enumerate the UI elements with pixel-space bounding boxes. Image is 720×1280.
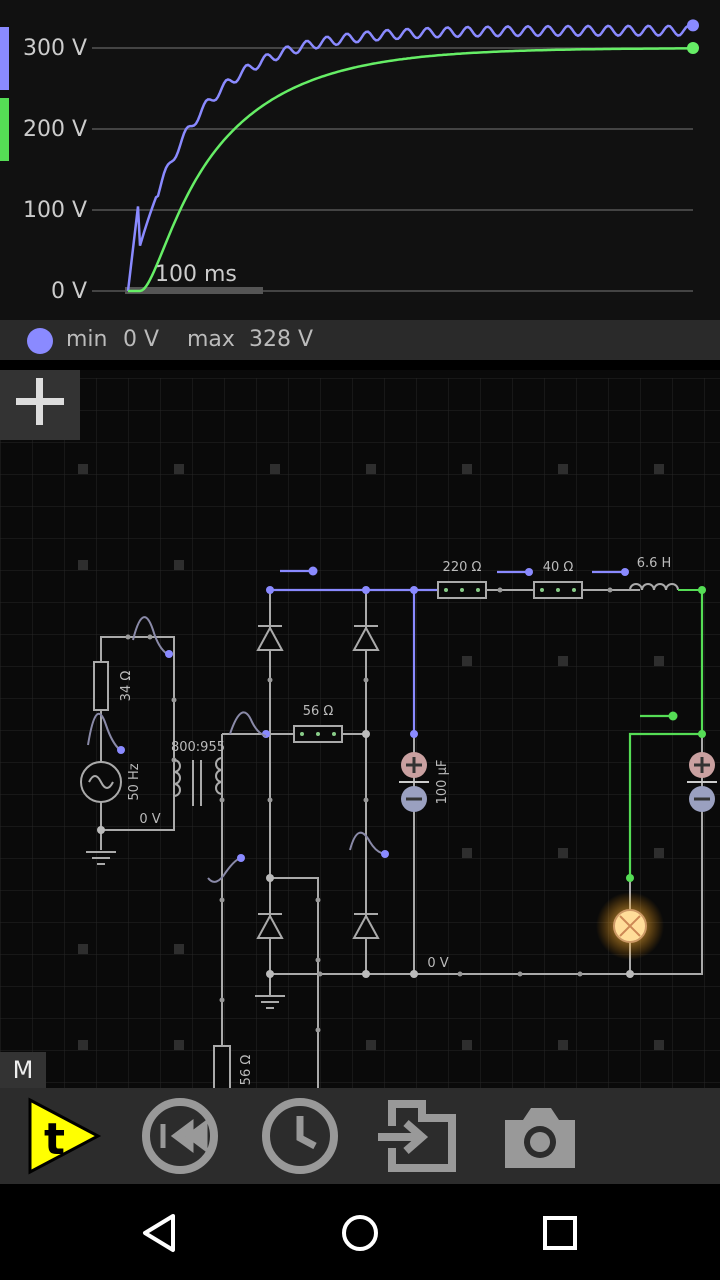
back-button[interactable]: [135, 1208, 185, 1258]
toolbar: t: [0, 1088, 720, 1184]
series-green-line: [128, 47, 692, 293]
label-gnd1: 0 V: [139, 812, 160, 827]
capacitor-100uf-icon: [399, 752, 429, 812]
min-label: min: [66, 327, 108, 352]
lamp-icon: [596, 892, 664, 960]
resistor-34-icon: [93, 661, 109, 711]
camera-button[interactable]: [495, 1096, 585, 1176]
import-icon: [378, 1100, 456, 1172]
y-tick-label: 0 V: [50, 279, 87, 304]
add-component-button[interactable]: [0, 370, 80, 440]
scope-info-bar: min 0 V max 328 V: [0, 320, 720, 360]
recents-icon: [543, 1216, 577, 1250]
min-value: 0 V: [123, 327, 160, 352]
capacitor-output-icon: [687, 752, 717, 812]
label-freq: 50 Hz: [127, 763, 142, 800]
label-ratio: 800:955: [171, 740, 225, 755]
svg-text:t: t: [44, 1114, 65, 1165]
time-play-button[interactable]: t: [22, 1096, 112, 1176]
series-green-endpoint: [687, 42, 699, 54]
home-button[interactable]: [335, 1208, 385, 1258]
clock-button[interactable]: [255, 1096, 345, 1176]
recents-button[interactable]: [535, 1208, 585, 1258]
y-tick-label: 200 V: [22, 117, 87, 142]
label-c100: 100 µF: [435, 760, 450, 805]
series-blue-line: [126, 24, 693, 292]
y-tick-label: 100 V: [22, 198, 87, 223]
max-label: max: [187, 327, 235, 352]
oscilloscope-panel[interactable]: 300 V 200 V 100 V 0 V 100 ms: [0, 0, 720, 320]
label-r34: 34 Ω: [119, 671, 134, 702]
time-scale-label: 100 ms: [155, 262, 237, 287]
label-r56a: 56 Ω: [303, 704, 334, 719]
time-play-icon: t: [28, 1097, 102, 1175]
rewind-button[interactable]: [135, 1096, 225, 1176]
series-blue-endpoint: [687, 19, 699, 32]
ac-source-icon: [80, 761, 122, 803]
label-r40: 40 Ω: [543, 560, 574, 575]
home-icon: [342, 1215, 378, 1251]
circuit-canvas[interactable]: 34 Ω 50 Hz 800:955 0 V 56 Ω 220 Ω 40 Ω 6…: [0, 370, 720, 1090]
label-l66: 6.6 H: [637, 556, 672, 571]
import-button[interactable]: [372, 1096, 462, 1176]
back-icon: [143, 1214, 175, 1252]
camera-icon: [505, 1108, 575, 1168]
label-r56b: 56 Ω: [239, 1055, 254, 1086]
system-navigation-bar: [0, 1184, 720, 1280]
mode-button[interactable]: M: [0, 1052, 46, 1088]
rewind-icon: [142, 1098, 218, 1174]
y-tick-label: 300 V: [22, 36, 87, 61]
clock-icon: [262, 1098, 338, 1174]
label-gnd2: 0 V: [427, 956, 448, 971]
scope-plot: [92, 19, 699, 294]
max-value: 328 V: [249, 327, 314, 352]
label-r220: 220 Ω: [443, 560, 482, 575]
probe-dot-icon[interactable]: [27, 328, 53, 354]
